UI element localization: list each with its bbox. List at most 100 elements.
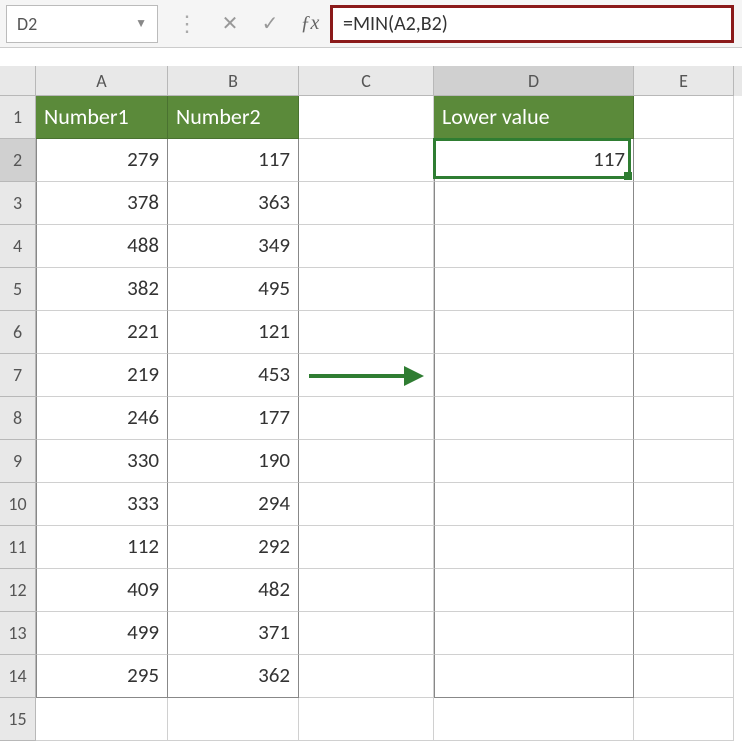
cell-E6[interactable] (634, 311, 734, 354)
name-box[interactable]: D2 ▼ (6, 5, 158, 43)
column-header-E[interactable]: E (634, 66, 734, 96)
cell-C15[interactable] (299, 698, 434, 741)
cell-A6[interactable]: 221 (36, 311, 168, 354)
cell-A14[interactable]: 295 (36, 655, 168, 698)
formula-input[interactable]: =MIN(A2,B2) (330, 5, 734, 43)
cell-E3[interactable] (634, 182, 734, 225)
cell-A15[interactable] (36, 698, 168, 741)
row-header-8[interactable]: 8 (0, 397, 36, 440)
cell-A13[interactable]: 499 (36, 612, 168, 655)
cell-C12[interactable] (299, 569, 434, 612)
cell-E13[interactable] (634, 612, 734, 655)
cell-A11[interactable]: 112 (36, 526, 168, 569)
cell-C8[interactable] (299, 397, 434, 440)
cell-E1[interactable] (634, 96, 734, 139)
cell-A8[interactable]: 246 (36, 397, 168, 440)
cell-C6[interactable] (299, 311, 434, 354)
row-header-4[interactable]: 4 (0, 225, 36, 268)
cell-D6[interactable] (434, 311, 634, 354)
cell-E15[interactable] (634, 698, 734, 741)
cell-E7[interactable] (634, 354, 734, 397)
cell-C9[interactable] (299, 440, 434, 483)
column-header-B[interactable]: B (168, 66, 299, 96)
cell-C7[interactable] (299, 354, 434, 397)
cell-B7[interactable]: 453 (168, 354, 299, 397)
row-header-9[interactable]: 9 (0, 440, 36, 483)
row-header-12[interactable]: 12 (0, 569, 36, 612)
row-header-14[interactable]: 14 (0, 655, 36, 698)
cell-D8[interactable] (434, 397, 634, 440)
row-header-2[interactable]: 2 (0, 139, 36, 182)
row-header-6[interactable]: 6 (0, 311, 36, 354)
cell-B8[interactable]: 177 (168, 397, 299, 440)
row-header-11[interactable]: 11 (0, 526, 36, 569)
enter-icon[interactable]: ✓ (250, 11, 290, 36)
row-header-13[interactable]: 13 (0, 612, 36, 655)
cell-C3[interactable] (299, 182, 434, 225)
cell-B3[interactable]: 363 (168, 182, 299, 225)
cell-E2[interactable] (634, 139, 734, 182)
fx-icon[interactable]: ƒx (290, 12, 330, 35)
header-number1[interactable]: Number1 (36, 96, 168, 139)
row-header-3[interactable]: 3 (0, 182, 36, 225)
cell-A7[interactable]: 219 (36, 354, 168, 397)
cell-B10[interactable]: 294 (168, 483, 299, 526)
cell-E11[interactable] (634, 526, 734, 569)
cell-E8[interactable] (634, 397, 734, 440)
header-number2[interactable]: Number2 (168, 96, 299, 139)
cell-E10[interactable] (634, 483, 734, 526)
cell-B5[interactable]: 495 (168, 268, 299, 311)
cell-C2[interactable] (299, 139, 434, 182)
row-header-1[interactable]: 1 (0, 96, 36, 139)
cell-C5[interactable] (299, 268, 434, 311)
cell-B2[interactable]: 117 (168, 139, 299, 182)
cell-E4[interactable] (634, 225, 734, 268)
cell-D2[interactable]: 117 (434, 139, 634, 182)
column-header-C[interactable]: C (299, 66, 434, 96)
cancel-icon[interactable]: ✕ (210, 11, 250, 36)
cell-B12[interactable]: 482 (168, 569, 299, 612)
column-header-D[interactable]: D (434, 66, 634, 96)
cell-D5[interactable] (434, 268, 634, 311)
column-header-A[interactable]: A (36, 66, 168, 96)
cell-C10[interactable] (299, 483, 434, 526)
cell-C11[interactable] (299, 526, 434, 569)
cell-D11[interactable] (434, 526, 634, 569)
cell-B9[interactable]: 190 (168, 440, 299, 483)
cell-B15[interactable] (168, 698, 299, 741)
dropdown-icon[interactable]: ▼ (135, 16, 147, 31)
cell-D3[interactable] (434, 182, 634, 225)
cell-D9[interactable] (434, 440, 634, 483)
cell-A10[interactable]: 333 (36, 483, 168, 526)
cell-E14[interactable] (634, 655, 734, 698)
row-header-15[interactable]: 15 (0, 698, 36, 741)
cell-B14[interactable]: 362 (168, 655, 299, 698)
cell-B6[interactable]: 121 (168, 311, 299, 354)
cell-C14[interactable] (299, 655, 434, 698)
cell-D14[interactable] (434, 655, 634, 698)
cell-A3[interactable]: 378 (36, 182, 168, 225)
row-header-7[interactable]: 7 (0, 354, 36, 397)
cell-D12[interactable] (434, 569, 634, 612)
cell-C13[interactable] (299, 612, 434, 655)
cell-B11[interactable]: 292 (168, 526, 299, 569)
cell-A5[interactable]: 382 (36, 268, 168, 311)
cell-C4[interactable] (299, 225, 434, 268)
cell-E9[interactable] (634, 440, 734, 483)
cell-D7[interactable] (434, 354, 634, 397)
cell-A9[interactable]: 330 (36, 440, 168, 483)
cell-A2[interactable]: 279 (36, 139, 168, 182)
select-all-corner[interactable] (0, 66, 36, 96)
cell-E12[interactable] (634, 569, 734, 612)
cell-D10[interactable] (434, 483, 634, 526)
cell-E5[interactable] (634, 268, 734, 311)
cell-D13[interactable] (434, 612, 634, 655)
cell-D15[interactable] (434, 698, 634, 741)
cell-C1[interactable] (299, 96, 434, 139)
cell-B13[interactable]: 371 (168, 612, 299, 655)
row-header-10[interactable]: 10 (0, 483, 36, 526)
cell-B4[interactable]: 349 (168, 225, 299, 268)
cell-A4[interactable]: 488 (36, 225, 168, 268)
cell-D4[interactable] (434, 225, 634, 268)
row-header-5[interactable]: 5 (0, 268, 36, 311)
